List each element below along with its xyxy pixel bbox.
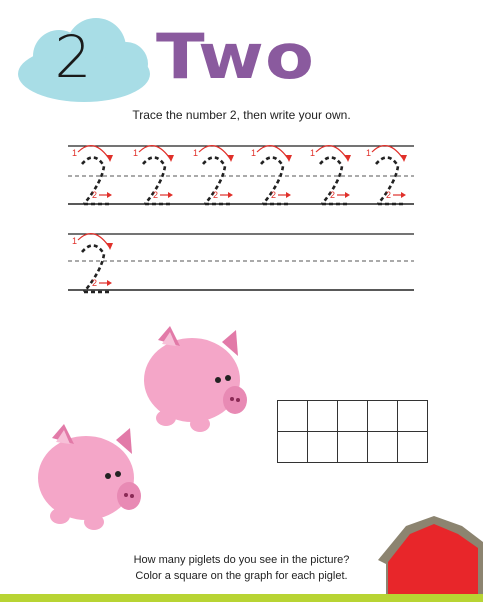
stroke-number-label: 1: [133, 148, 138, 158]
stroke-number-label: 1: [72, 148, 77, 158]
stroke-number-label: 2: [92, 190, 97, 200]
trace-two-guide: 12: [366, 145, 407, 206]
graph-square[interactable]: [337, 400, 368, 432]
barn-icon: [378, 516, 483, 596]
stroke-number-label: 2: [213, 190, 218, 200]
graph-row: [277, 400, 428, 432]
stroke-number-label: 2: [153, 190, 158, 200]
instruction-text: Trace the number 2, then write your own.: [132, 108, 351, 122]
title-word: Two: [156, 20, 316, 93]
graph-square[interactable]: [397, 431, 428, 463]
graph-square[interactable]: [367, 400, 398, 432]
stroke-number-label: 1: [366, 148, 371, 158]
pig-icon: [38, 424, 141, 530]
stroke-number-label: 1: [310, 148, 315, 158]
tracing-area: 12121212121212: [68, 145, 414, 294]
stroke-number-label: 2: [386, 190, 391, 200]
trace-two-guide: 12: [72, 233, 113, 294]
trace-two-guide: 12: [193, 145, 234, 206]
pig-icon: [144, 326, 247, 432]
counting-graph: [277, 400, 428, 463]
stroke-number-label: 1: [251, 148, 256, 158]
stroke-number-label: 1: [72, 236, 77, 246]
stroke-number-label: 2: [330, 190, 335, 200]
graph-square[interactable]: [337, 431, 368, 463]
trace-two-guide: 12: [133, 145, 174, 206]
graph-square[interactable]: [307, 400, 338, 432]
title-numeral: 2: [54, 23, 92, 91]
trace-two-guide: 12: [251, 145, 292, 206]
bottom-bar: [0, 594, 483, 602]
stroke-number-label: 1: [193, 148, 198, 158]
graph-square[interactable]: [277, 431, 308, 463]
graph-square[interactable]: [367, 431, 398, 463]
stroke-number-label: 2: [92, 278, 97, 288]
graph-square[interactable]: [277, 400, 308, 432]
graph-row: [277, 431, 428, 463]
graph-square[interactable]: [307, 431, 338, 463]
trace-two-guide: 12: [72, 145, 113, 206]
trace-two-guide: 12: [310, 145, 351, 206]
graph-square[interactable]: [397, 400, 428, 432]
stroke-number-label: 2: [271, 190, 276, 200]
